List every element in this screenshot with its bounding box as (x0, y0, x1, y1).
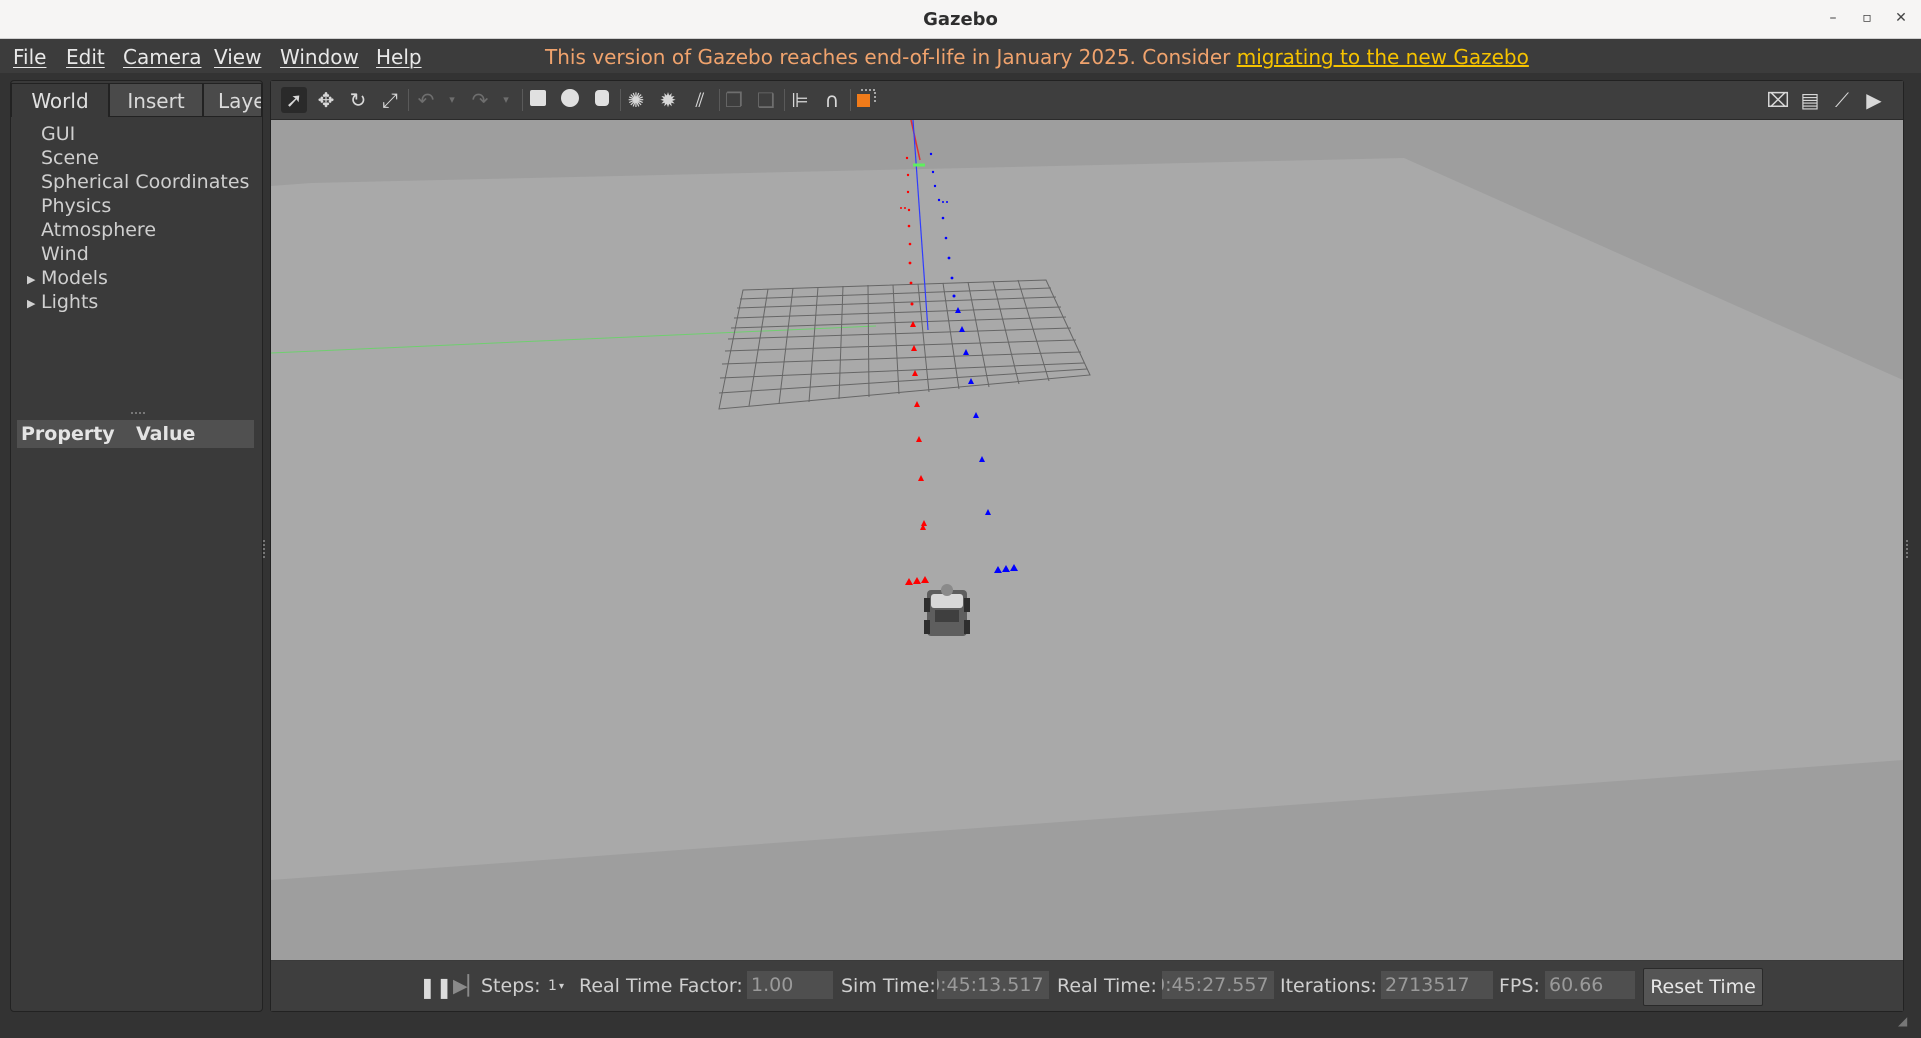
rotate-icon[interactable]: ↻ (345, 87, 371, 113)
scene-render (270, 119, 1903, 960)
migration-link[interactable]: migrating to the new Gazebo (1237, 45, 1529, 69)
reset-time-button[interactable]: Reset Time (1643, 968, 1763, 1006)
window-titlebar: Gazebo – ▫ ✕ (0, 0, 1921, 39)
right-splitter-handle[interactable] (1906, 540, 1911, 558)
redo-dropdown-icon[interactable]: ▾ (493, 87, 519, 113)
menu-camera[interactable]: Camera (123, 45, 202, 69)
box-icon[interactable] (525, 87, 551, 113)
menu-help[interactable]: Help (376, 45, 422, 69)
left-panel-tabs: World Insert Laye (11, 83, 262, 117)
snap-icon[interactable]: ∩ (819, 87, 845, 113)
toolbar-divider (850, 89, 851, 111)
screenshot-icon[interactable]: ⌧ (1765, 87, 1791, 113)
tab-insert[interactable]: Insert (109, 83, 203, 117)
minimize-button[interactable]: – (1823, 10, 1843, 26)
fps-field: 60.66 (1545, 971, 1635, 999)
sim-time-field: 0:45:13.517 (937, 971, 1049, 999)
steps-label: Steps: (481, 975, 541, 997)
real-time-label: Real Time: (1057, 975, 1157, 997)
sphere-icon[interactable] (557, 87, 583, 113)
iterations-field: 2713517 (1381, 971, 1493, 999)
select-icon[interactable]: ➚ (281, 87, 307, 113)
toolbar-divider (620, 89, 621, 111)
window-title: Gazebo (923, 9, 998, 30)
menu-edit[interactable]: Edit (66, 45, 105, 69)
tree-item-scene[interactable]: Scene (41, 147, 99, 169)
undo-icon[interactable]: ↶ (413, 87, 439, 113)
left-panel: World Insert Laye GUI Scene Spherical Co… (10, 80, 263, 1012)
tree-item-gui[interactable]: GUI (41, 123, 75, 145)
step-icon[interactable]: ▶▏ (453, 975, 482, 997)
tree-item-spherical-coordinates[interactable]: Spherical Coordinates (41, 171, 249, 193)
spot-light-icon[interactable]: ✹ (655, 87, 681, 113)
menu-window[interactable]: Window (280, 45, 359, 69)
close-button[interactable]: ✕ (1891, 10, 1911, 26)
maximize-button[interactable]: ▫ (1857, 10, 1877, 26)
property-column-header: Property (21, 423, 115, 445)
render-view: ➚ ✥ ↻ ⤢ ↶ ▾ ↷ ▾ ✺ ✹ ⫽ ❐ ❑ ⊫ ∩ ⌧ ▤ ⟋ ▶ ❚❚… (270, 80, 1904, 1012)
copy-icon[interactable]: ❐ (721, 87, 747, 113)
align-icon[interactable]: ⊫ (787, 87, 813, 113)
toolbar-divider (522, 89, 523, 111)
render-toolbar: ➚ ✥ ↻ ⤢ ↶ ▾ ↷ ▾ ✺ ✹ ⫽ ❐ ❑ ⊫ ∩ ⌧ ▤ ⟋ ▶ (271, 81, 1903, 120)
menu-file[interactable]: File (13, 45, 46, 69)
tree-item-lights[interactable]: Lights (41, 291, 98, 313)
plot-icon[interactable]: ⟋ (1829, 87, 1855, 113)
scale-icon[interactable]: ⤢ (377, 87, 403, 113)
toolbar-divider (784, 89, 785, 111)
property-table-header: Property Value (17, 420, 254, 448)
expand-arrow-icon[interactable]: ▶ (27, 273, 35, 286)
value-column-header: Value (136, 423, 196, 445)
tree-item-models[interactable]: Models (41, 267, 108, 289)
rtf-label: Real Time Factor: (579, 975, 743, 997)
point-light-icon[interactable]: ✺ (623, 87, 649, 113)
tree-item-atmosphere[interactable]: Atmosphere (41, 219, 156, 241)
view-angle-icon[interactable] (853, 87, 879, 113)
tab-world[interactable]: World (11, 83, 109, 117)
steps-dropdown-icon[interactable]: ▾ (559, 981, 564, 992)
tree-item-physics[interactable]: Physics (41, 195, 111, 217)
menu-bar: File Edit Camera View Window Help This v… (0, 39, 1921, 73)
toolbar-divider (408, 89, 409, 111)
undo-dropdown-icon[interactable]: ▾ (439, 87, 465, 113)
3d-viewport[interactable] (270, 119, 1903, 960)
real-time-field: 0:45:27.557 (1162, 971, 1274, 999)
eol-notice: This version of Gazebo reaches end-of-li… (545, 45, 1529, 69)
tree-item-wind[interactable]: Wind (41, 243, 89, 265)
time-panel: ❚❚ ▶▏ Steps: 1 ▾ Real Time Factor: 1.00 … (271, 961, 1903, 1011)
rtf-field: 1.00 (747, 971, 833, 999)
redo-icon[interactable]: ↷ (467, 87, 493, 113)
robot-model[interactable] (924, 584, 970, 636)
steps-value[interactable]: 1 (548, 978, 557, 994)
tab-layers[interactable]: Laye (203, 83, 262, 117)
directional-light-icon[interactable]: ⫽ (687, 87, 713, 113)
sim-time-label: Sim Time: (841, 975, 936, 997)
translate-icon[interactable]: ✥ (313, 87, 339, 113)
iterations-label: Iterations: (1280, 975, 1377, 997)
video-record-icon[interactable]: ▶ (1861, 87, 1887, 113)
log-icon[interactable]: ▤ (1797, 87, 1823, 113)
left-splitter-handle[interactable] (263, 540, 268, 558)
eol-notice-text: This version of Gazebo reaches end-of-li… (545, 45, 1237, 69)
menu-view[interactable]: View (214, 45, 261, 69)
pause-icon[interactable]: ❚❚ (419, 975, 453, 999)
fps-label: FPS: (1499, 975, 1540, 997)
splitter-handle[interactable] (131, 412, 145, 417)
expand-arrow-icon[interactable]: ▶ (27, 297, 35, 310)
cylinder-icon[interactable] (589, 87, 615, 113)
resize-grip-icon[interactable]: ◢ (1898, 1014, 1912, 1028)
toolbar-divider (719, 89, 720, 111)
paste-icon[interactable]: ❑ (753, 87, 779, 113)
